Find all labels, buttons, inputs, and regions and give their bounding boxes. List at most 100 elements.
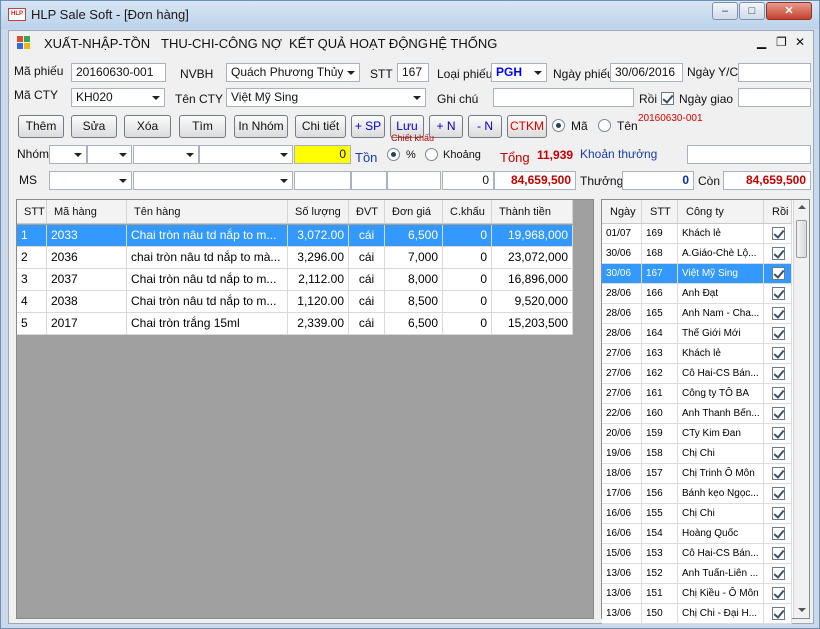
cell-ma[interactable]: 2037	[47, 269, 127, 291]
cell-cty[interactable]: Bánh kẹo Ngọc...	[678, 484, 764, 504]
roi-row-checkbox[interactable]	[772, 427, 785, 440]
scroll-thumb[interactable]	[796, 220, 807, 258]
mdi-minimize-icon[interactable]: ▁	[757, 35, 766, 49]
khoan-thuong-field[interactable]	[687, 145, 811, 164]
ms-field-1[interactable]	[294, 171, 351, 190]
orders-scrollbar[interactable]	[793, 200, 809, 618]
cell-tt[interactable]: 19,968,000	[492, 225, 573, 247]
list-item[interactable]: 28/06 164 Thế Giới Mới	[602, 324, 792, 344]
cell-sl[interactable]: 3,072.00	[288, 225, 349, 247]
cell-stt[interactable]: 157	[642, 464, 678, 484]
cell-sl[interactable]: 3,296.00	[288, 247, 349, 269]
roi-row-checkbox[interactable]	[772, 447, 785, 460]
cell-stt[interactable]: 166	[642, 284, 678, 304]
col-cong-ty[interactable]: Công ty	[678, 200, 764, 224]
table-row[interactable]: 4 2038 Chai tròn nâu td nắp to m... 1,120.0…	[17, 291, 573, 313]
cell-stt[interactable]: 153	[642, 544, 678, 564]
roi-row-checkbox[interactable]	[772, 547, 785, 560]
list-item[interactable]: 15/06 153 Cô Hai-CS Bán...	[602, 544, 792, 564]
cell-ck[interactable]: 0	[443, 247, 492, 269]
ngay-yc-field[interactable]	[738, 63, 811, 82]
cell-dg[interactable]: 6,500	[385, 313, 443, 335]
roi-row-checkbox[interactable]	[772, 247, 785, 260]
table-row[interactable]: 2 2036 chai tròn nâu td nắp to mà... 3,296.…	[17, 247, 573, 269]
cell-ngay[interactable]: 27/06	[602, 344, 642, 364]
cell-dvt[interactable]: cái	[349, 269, 385, 291]
ma-phieu-field[interactable]: 20160630-001	[71, 63, 166, 82]
cell-stt[interactable]: 150	[642, 604, 678, 624]
cell-ngay[interactable]: 16/06	[602, 524, 642, 544]
cell-ngay[interactable]: 01/07	[602, 224, 642, 244]
cell-ck[interactable]: 0	[443, 225, 492, 247]
roi-row-checkbox[interactable]	[772, 587, 785, 600]
nhom-select-3[interactable]	[133, 145, 199, 164]
cell-stt[interactable]: 151	[642, 584, 678, 604]
cell-ma[interactable]: 2038	[47, 291, 127, 313]
cell-stt[interactable]: 162	[642, 364, 678, 384]
cell-ngay[interactable]: 28/06	[602, 324, 642, 344]
roi-row-checkbox[interactable]	[772, 227, 785, 240]
cell-ten[interactable]: Chai tròn nâu td nắp to m...	[127, 269, 288, 291]
cell-ten[interactable]: Chai tròn nâu td nắp to m...	[127, 291, 288, 313]
roi-row-checkbox[interactable]	[772, 327, 785, 340]
mdi-close-icon[interactable]: ✕	[795, 35, 805, 49]
tim-button[interactable]: Tìm	[179, 115, 226, 138]
cell-dg[interactable]: 7,000	[385, 247, 443, 269]
nhom-select-4[interactable]	[199, 145, 293, 164]
col-don-gia[interactable]: Đơn giá	[385, 200, 443, 224]
roi-row-checkbox[interactable]	[772, 487, 785, 500]
menu-ket-qua-hoat-dong[interactable]: KẾT QUẢ HOẠT ĐỘNG	[289, 36, 428, 51]
list-item[interactable]: 17/06 156 Bánh kẹo Ngọc...	[602, 484, 792, 504]
roi-row-checkbox[interactable]	[772, 407, 785, 420]
cell-tt[interactable]: 15,203,500	[492, 313, 573, 335]
khoang-radio[interactable]	[425, 148, 438, 161]
cell-cty[interactable]: Cô Hai-CS Bán...	[678, 364, 764, 384]
cell-ngay[interactable]: 30/06	[602, 264, 642, 284]
cell-tt[interactable]: 16,896,000	[492, 269, 573, 291]
cell-stt[interactable]: 156	[642, 484, 678, 504]
cell-stt[interactable]: 4	[17, 291, 47, 313]
table-row[interactable]: 3 2037 Chai tròn nâu td nắp to m... 2,112.0…	[17, 269, 573, 291]
them-button[interactable]: Thêm	[18, 115, 64, 138]
menu-he-thong[interactable]: HỆ THỐNG	[429, 36, 497, 51]
cell-stt[interactable]: 5	[17, 313, 47, 335]
cell-cty[interactable]: Chị Chi	[678, 504, 764, 524]
roi-row-checkbox[interactable]	[772, 267, 785, 280]
col-ma-hang[interactable]: Mã hàng	[47, 200, 127, 224]
cell-stt[interactable]: 165	[642, 304, 678, 324]
cell-dvt[interactable]: cái	[349, 225, 385, 247]
ma-cty-select[interactable]: KH020	[71, 88, 165, 107]
roi-row-checkbox[interactable]	[772, 347, 785, 360]
cell-ngay[interactable]: 16/06	[602, 504, 642, 524]
cell-ngay[interactable]: 28/06	[602, 284, 642, 304]
ton-value-field[interactable]: 0	[294, 145, 351, 164]
list-item[interactable]: 16/06 155 Chị Chi	[602, 504, 792, 524]
cell-ngay[interactable]: 27/06	[602, 364, 642, 384]
list-item[interactable]: 20/06 159 CTy Kim Đan	[602, 424, 792, 444]
cell-stt[interactable]: 3	[17, 269, 47, 291]
roi-row-checkbox[interactable]	[772, 367, 785, 380]
roi-row-checkbox[interactable]	[772, 467, 785, 480]
cell-ngay[interactable]: 20/06	[602, 424, 642, 444]
cell-ck[interactable]: 0	[443, 313, 492, 335]
cell-cty[interactable]: Khách lẻ	[678, 344, 764, 364]
table-row[interactable]: 1 2033 Chai tròn nâu td nắp to m... 3,072.0…	[17, 225, 573, 247]
col-dvt[interactable]: ĐVT	[349, 200, 385, 224]
cell-cty[interactable]: Chị Chi	[678, 444, 764, 464]
cell-ma[interactable]: 2033	[47, 225, 127, 247]
list-item[interactable]: 30/06 168 A.Giáo-Chè Lộ...	[602, 244, 792, 264]
cell-ten[interactable]: Chai tròn nâu td nắp to m...	[127, 225, 288, 247]
ghi-chu-field[interactable]	[493, 88, 634, 107]
cell-cty[interactable]: CTy Kim Đan	[678, 424, 764, 444]
menu-xuat-nhap-ton[interactable]: XUẤT-NHẬP-TỒN	[44, 36, 150, 51]
roi-row-checkbox[interactable]	[772, 567, 785, 580]
col-ngay[interactable]: Ngày	[602, 200, 642, 224]
ten-cty-select[interactable]: Việt Mỹ Sing	[226, 88, 426, 107]
cell-ngay[interactable]: 28/06	[602, 304, 642, 324]
cell-sl[interactable]: 2,339.00	[288, 313, 349, 335]
minimize-button[interactable]: –	[712, 2, 738, 20]
list-item[interactable]: 28/06 166 Anh Đạt	[602, 284, 792, 304]
cell-cty[interactable]: Chị Kiều - Ô Môn	[678, 584, 764, 604]
cell-ck[interactable]: 0	[443, 291, 492, 313]
list-item[interactable]: 22/06 160 Anh Thanh Bến...	[602, 404, 792, 424]
